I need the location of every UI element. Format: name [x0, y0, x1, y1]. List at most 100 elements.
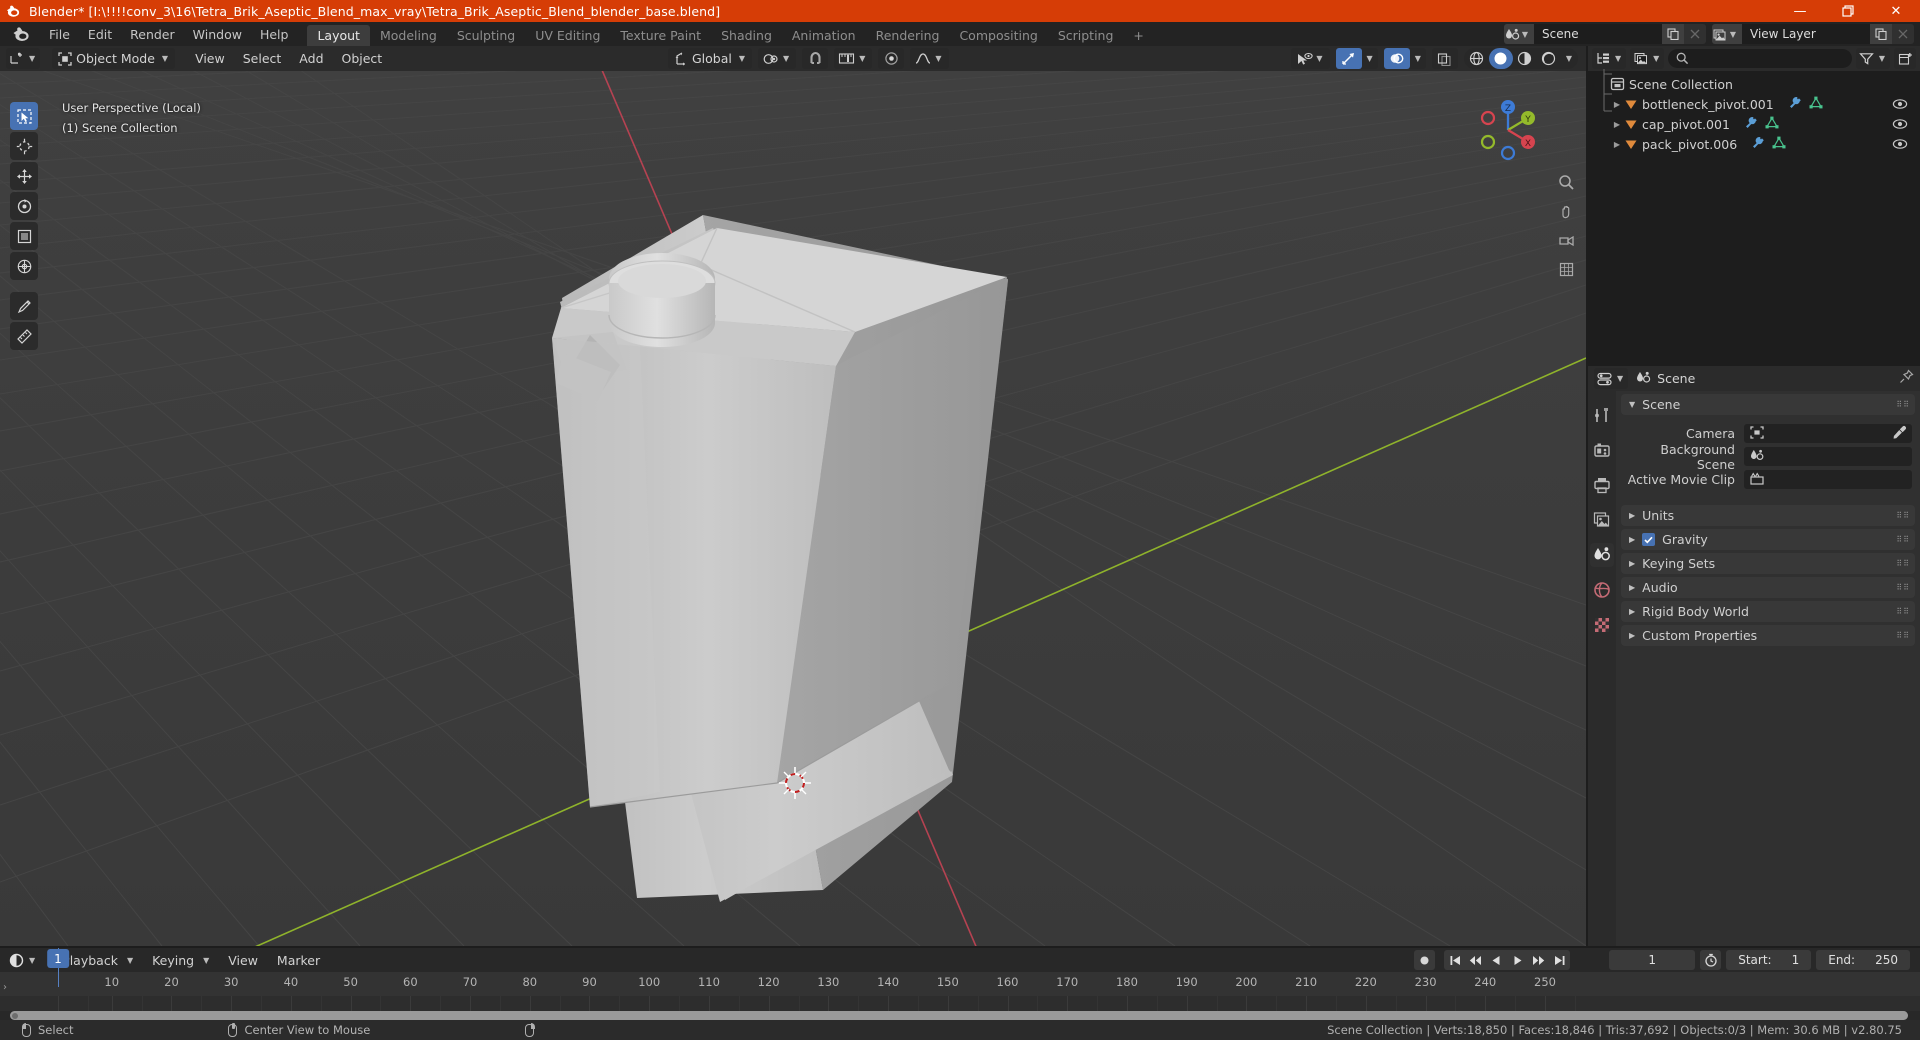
viewport-menu-view[interactable]: View — [187, 48, 233, 69]
view-layer-selector[interactable]: ▼ View Layer — [1712, 24, 1914, 44]
tab-scripting[interactable]: Scripting — [1048, 25, 1124, 46]
viewport-menu-object[interactable]: Object — [334, 48, 391, 69]
panel-gravity[interactable]: ▶ Gravity ⠿⠿ — [1621, 529, 1915, 550]
visibility-icon[interactable] — [1293, 48, 1315, 69]
scene-name[interactable]: Scene — [1534, 24, 1662, 44]
tab-layout[interactable]: Layout — [307, 25, 370, 46]
visibility-selector[interactable]: ▼ — [1291, 48, 1330, 69]
modifier-wrench-icon[interactable] — [1744, 116, 1758, 132]
new-view-layer-icon[interactable] — [1870, 24, 1892, 44]
tab-uv-editing[interactable]: UV Editing — [525, 25, 610, 46]
timeline-menu-view[interactable]: View — [220, 950, 266, 971]
frame-start-field[interactable]: Start: 1 — [1726, 950, 1812, 970]
snap-increment-icon[interactable] — [836, 48, 858, 69]
expand-arrow[interactable]: ▶ — [1629, 511, 1635, 520]
outliner-display-mode[interactable]: ▼ — [1630, 48, 1665, 69]
zoom-icon[interactable] — [1554, 170, 1578, 194]
carton-model[interactable] — [0, 70, 1586, 946]
scene-icon[interactable]: ▼ — [1504, 24, 1534, 44]
menu-help[interactable]: Help — [251, 23, 298, 45]
prop-tab-texture[interactable] — [1590, 613, 1614, 637]
timeline-editor[interactable]: ▼ Playback ▼ Keying ▼ View Marker 1 Star… — [0, 948, 1920, 1020]
prop-tab-output[interactable] — [1590, 473, 1614, 497]
timeline-ruler[interactable]: 10 20 30 40 50 60 70 80 90 100 110 120 130 140 150 160 1… — [0, 972, 1920, 996]
panel-custom-properties[interactable]: ▶ Custom Properties ⠿⠿ — [1621, 625, 1915, 646]
prop-row-background-scene[interactable]: Background Scene — [1624, 442, 1912, 472]
auto-keying-toggle[interactable] — [1414, 950, 1435, 970]
show-overlays-toggle[interactable] — [1383, 48, 1410, 69]
tool-move[interactable] — [10, 162, 38, 190]
mesh-data-icon[interactable] — [1772, 136, 1786, 152]
close-button[interactable]: ✕ — [1872, 0, 1920, 22]
expand-arrow[interactable]: ▶ — [1629, 631, 1635, 640]
restore-button[interactable] — [1824, 0, 1872, 22]
modifier-wrench-icon[interactable] — [1751, 136, 1765, 152]
magnet-icon[interactable] — [804, 48, 826, 69]
sidebar-expand-arrow[interactable]: › — [0, 976, 10, 998]
jump-to-end-button[interactable] — [1549, 950, 1570, 970]
panel-units[interactable]: ▶ Units ⠿⠿ — [1621, 505, 1915, 526]
properties-body[interactable]: ▼ Scene ⠿⠿ Camera Background Scene Activ… — [1616, 391, 1920, 946]
interaction-mode-label[interactable]: Object Mode — [76, 51, 161, 66]
hide-in-viewport-icon[interactable] — [1892, 94, 1908, 114]
prop-tab-scene[interactable] — [1590, 543, 1614, 567]
pan-icon[interactable] — [1554, 199, 1578, 223]
outliner-row-cap[interactable]: ▶ cap_pivot.001 — [1588, 114, 1920, 134]
prop-tab-render[interactable] — [1590, 438, 1614, 462]
snap-target-selector[interactable]: ▼ — [834, 48, 873, 69]
prop-tab-tool[interactable] — [1590, 403, 1614, 427]
timeline-track-area[interactable] — [0, 996, 1920, 1011]
minimize-button[interactable]: — — [1776, 0, 1824, 22]
panel-keying-sets[interactable]: ▶ Keying Sets ⠿⠿ — [1621, 553, 1915, 574]
outliner-search-input[interactable] — [1668, 49, 1852, 68]
xray-toggle[interactable] — [1431, 48, 1458, 69]
filter-icon[interactable] — [1856, 48, 1878, 69]
hide-in-viewport-icon[interactable] — [1892, 134, 1908, 154]
blender-menu-icon[interactable] — [12, 25, 32, 43]
tab-sculpting[interactable]: Sculpting — [447, 25, 525, 46]
outliner-item-label[interactable]: cap_pivot.001 — [1642, 117, 1730, 132]
expand-arrow[interactable]: ▶ — [1629, 583, 1635, 592]
view-axis-gizmo[interactable]: Z Y X — [1476, 98, 1540, 162]
play-reverse-button[interactable] — [1486, 950, 1507, 970]
overlay-toggle-group[interactable]: ▼ — [1383, 48, 1426, 69]
outliner-icon[interactable] — [1592, 48, 1614, 69]
add-workspace-button[interactable]: + — [1123, 25, 1153, 46]
menu-edit[interactable]: Edit — [79, 23, 121, 45]
pivot-point-selector[interactable]: ▼ — [758, 48, 797, 69]
outliner-editor[interactable]: ▼ ▼ ▼ Scene Collection ▶ bottleneck_pivo… — [1588, 46, 1920, 364]
collapse-arrow[interactable]: ▼ — [1629, 400, 1635, 409]
shading-rendered[interactable] — [1537, 48, 1561, 69]
gravity-checkbox[interactable] — [1642, 533, 1656, 546]
expand-arrow[interactable]: ▶ — [1629, 535, 1635, 544]
viewport-menu-select[interactable]: Select — [235, 48, 290, 69]
properties-editor[interactable]: ▼ Scene ▼ Scene ⠿⠿ Camera Background Sce… — [1588, 366, 1920, 946]
scene-selector[interactable]: ▼ Scene — [1504, 24, 1706, 44]
eyedropper-icon[interactable] — [1892, 425, 1907, 443]
camera-view-icon[interactable] — [1554, 228, 1578, 252]
outliner-root-row[interactable]: Scene Collection — [1588, 74, 1920, 94]
shading-solid[interactable] — [1488, 48, 1513, 69]
expand-arrow[interactable]: ▶ — [1610, 100, 1624, 109]
proportional-edit-toggle[interactable] — [878, 48, 905, 69]
menu-file[interactable]: File — [40, 23, 79, 45]
play-button[interactable] — [1507, 950, 1528, 970]
proportional-icon[interactable] — [880, 48, 902, 69]
show-gizmo-toggle[interactable] — [1335, 48, 1362, 69]
editor-type-icon[interactable] — [6, 48, 28, 69]
new-scene-icon[interactable] — [1662, 24, 1684, 44]
use-preview-range-icon[interactable] — [1700, 950, 1722, 970]
outliner-filter-button[interactable]: ▼ — [1855, 48, 1890, 69]
expand-arrow[interactable]: ▶ — [1610, 120, 1624, 129]
panel-audio[interactable]: ▶ Audio ⠿⠿ — [1621, 577, 1915, 598]
tool-rotate[interactable] — [10, 192, 38, 220]
outliner-row-pack[interactable]: ▶ pack_pivot.006 — [1588, 134, 1920, 154]
tool-annotate[interactable] — [10, 292, 38, 320]
shading-mode-group[interactable]: ▼ — [1463, 48, 1578, 69]
gizmo-toggle-group[interactable]: ▼ — [1335, 48, 1378, 69]
mesh-data-icon[interactable] — [1809, 96, 1823, 112]
timeline-menu-marker[interactable]: Marker — [269, 950, 328, 971]
tab-shading[interactable]: Shading — [711, 25, 782, 46]
prop-field-background-scene[interactable] — [1744, 447, 1912, 466]
tab-rendering[interactable]: Rendering — [866, 25, 950, 46]
